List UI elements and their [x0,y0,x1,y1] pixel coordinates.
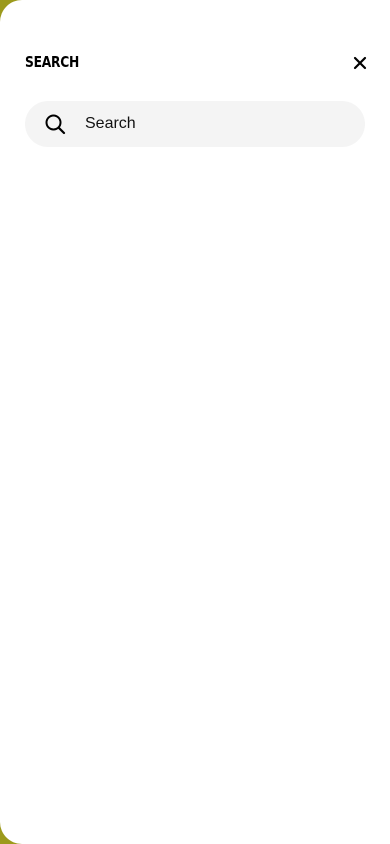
close-button[interactable] [348,51,372,75]
search-panel: SEARCH [0,0,390,844]
panel-title: SEARCH [25,53,80,71]
search-icon [44,113,66,135]
close-icon [353,56,367,70]
search-input[interactable] [85,109,335,139]
search-box[interactable] [25,101,365,147]
panel-header: SEARCH [25,48,367,76]
